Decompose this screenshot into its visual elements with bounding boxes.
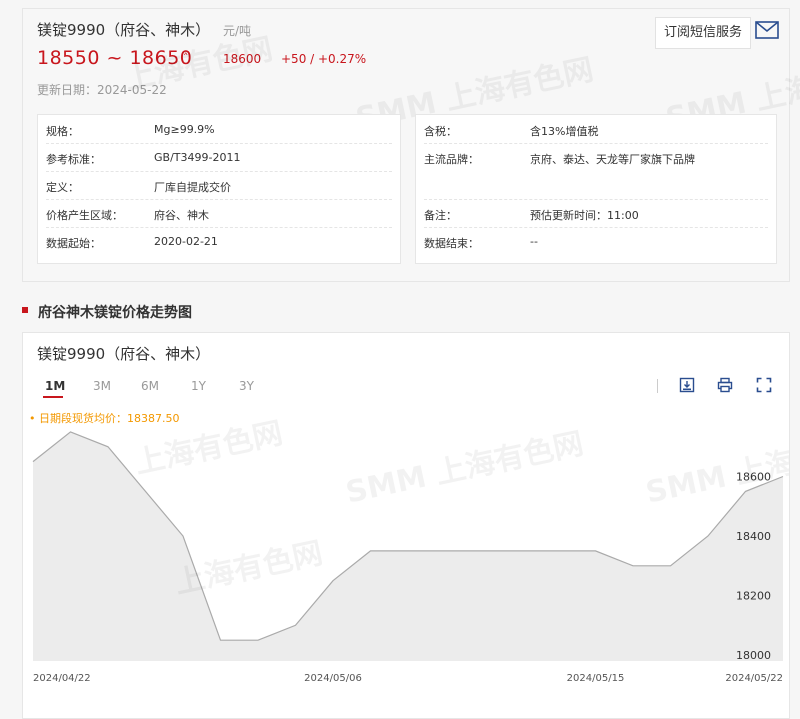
average-price: 18600 (223, 52, 262, 66)
price-chart-card: 镁锭9990（府谷、神木） 1M 3M 6M 1Y 3Y • 日期段现货均价：1… (22, 332, 790, 719)
x-tick-label: 2024/04/22 (33, 673, 91, 684)
spec-row: 定义： 厂库自提成交价 (46, 171, 392, 200)
price-change: +50 / +0.27% (281, 52, 367, 66)
y-tick-label: 18000 (736, 649, 771, 662)
price-unit: 元/吨 (223, 24, 252, 38)
x-tick-label: 2024/05/22 (725, 673, 783, 684)
update-date: 更新日期：2024-05-22 (37, 83, 167, 97)
spec-row: 含税： 含13%增值税 (424, 115, 768, 144)
spec-row: 备注： 预估更新时间：11:00 (424, 199, 768, 228)
spec-table-right: 含税： 含13%增值税 主流品牌： 京府、泰达、天龙等厂家旗下品牌 备注： 预估更新时… (415, 114, 777, 264)
price-info-card: 镁锭9990（府谷、神木） 元/吨 18550 ~ 18650 ˄ 18600 … (22, 8, 800, 282)
x-tick-label: 2024/05/06 (304, 673, 362, 684)
spec-row: 数据起始： 2020-02-21 (46, 235, 218, 250)
x-tick-label: 2024/05/15 (567, 673, 625, 684)
y-tick-label: 18600 (736, 471, 771, 484)
section-title: 府谷神木镁锭价格走势图 (38, 305, 192, 321)
section-marker (22, 307, 28, 313)
spec-row: 参考标准： GB/T3499-2011 (46, 143, 392, 172)
price-range: 18550 ~ 18650 (37, 47, 193, 69)
spec-row: 主流品牌： 京府、泰达、天龙等厂家旗下品牌 (424, 143, 768, 200)
spec-table-left: 规格： Mg≥99.9% 参考标准： GB/T3499-2011 定义： 厂库自提成交… (37, 114, 401, 264)
y-tick-label: 18400 (736, 530, 771, 543)
product-title: 镁锭9990（府谷、神木） (37, 21, 211, 39)
price-trend-chart: 18000 18200 18400 18600 2024/04/22 2024/05/06… (32, 431, 784, 684)
up-arrow-icon: ˄ (183, 51, 189, 64)
y-tick-label: 18200 (736, 590, 771, 603)
spec-row: 规格： Mg≥99.9% (46, 115, 392, 144)
mail-icon[interactable] (755, 20, 779, 40)
price-area (33, 431, 783, 661)
spec-row: 数据结束： -- (424, 235, 538, 250)
subscribe-sms-button[interactable]: 订阅短信服务 (655, 17, 752, 49)
spec-row: 价格产生区域： 府谷、神木 (46, 199, 392, 228)
